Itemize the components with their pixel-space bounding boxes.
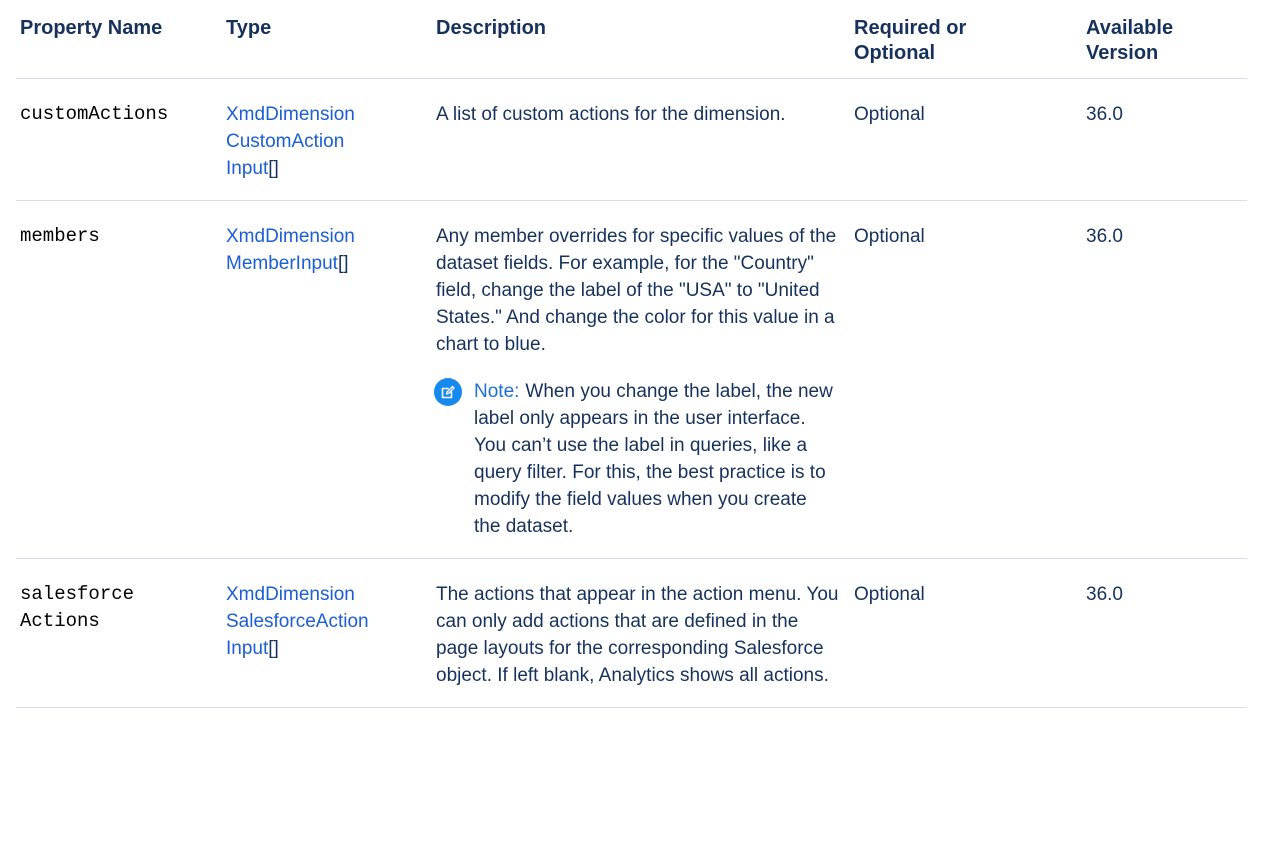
- property-name-cell: members: [16, 200, 222, 559]
- type-array-suffix: []: [268, 158, 279, 179]
- note-text: When you change the label, the new label…: [474, 381, 833, 537]
- type-link-line: CustomAction: [226, 131, 345, 152]
- header-property-name: Property Name: [16, 12, 222, 79]
- version-cell: 36.0: [1082, 78, 1247, 201]
- type-link-line: XmdDimension: [226, 104, 355, 125]
- type-cell: XmdDimension SalesforceAction Input[]: [222, 558, 432, 708]
- type-link-line: XmdDimension: [226, 584, 355, 605]
- description-text: The actions that appear in the action me…: [436, 584, 839, 686]
- type-link[interactable]: XmdDimension CustomAction Input[]: [226, 101, 424, 182]
- type-link-line: MemberInput: [226, 253, 338, 274]
- required-cell: Optional: [850, 558, 1082, 708]
- header-description: Description: [432, 12, 850, 79]
- table-row: members XmdDimension MemberInput[] Any m…: [16, 200, 1247, 559]
- type-cell: XmdDimension CustomAction Input[]: [222, 78, 432, 201]
- type-link[interactable]: XmdDimension SalesforceAction Input[]: [226, 581, 424, 662]
- note-edit-icon: [434, 378, 462, 406]
- type-link[interactable]: XmdDimension MemberInput[]: [226, 223, 424, 277]
- required-cell: Optional: [850, 78, 1082, 201]
- page: Property Name Type Description Required …: [0, 0, 1263, 861]
- table-body: customActions XmdDimension CustomAction …: [16, 78, 1247, 708]
- type-link-line: XmdDimension: [226, 226, 355, 247]
- type-array-suffix: []: [337, 253, 349, 274]
- table-header: Property Name Type Description Required …: [16, 12, 1247, 79]
- header-type: Type: [222, 12, 432, 79]
- description-cell: Any member overrides for specific values…: [432, 200, 850, 559]
- header-available-version: Available Version: [1082, 12, 1247, 79]
- description-text: A list of custom actions for the dimensi…: [436, 104, 786, 125]
- header-required-text: Required or Optional: [854, 17, 967, 64]
- header-row: Property Name Type Description Required …: [16, 12, 1247, 79]
- table-row: salesforce Actions XmdDimension Salesfor…: [16, 558, 1247, 708]
- header-version-text: Available Version: [1086, 17, 1174, 64]
- description-cell: The actions that appear in the action me…: [432, 558, 850, 708]
- type-link-line: SalesforceAction: [226, 611, 369, 632]
- property-name: members: [20, 225, 100, 247]
- description-cell: A list of custom actions for the dimensi…: [432, 78, 850, 201]
- note-label: Note:: [474, 381, 520, 402]
- type-array-suffix: []: [268, 638, 279, 659]
- type-link-line: Input: [226, 158, 269, 179]
- note-callout: Note: When you change the label, the new …: [434, 378, 842, 540]
- version-cell: 36.0: [1082, 558, 1247, 708]
- property-name-cell: salesforce Actions: [16, 558, 222, 708]
- type-cell: XmdDimension MemberInput[]: [222, 200, 432, 559]
- description-text: Any member overrides for specific values…: [436, 226, 837, 355]
- property-name: customActions: [20, 103, 169, 125]
- header-required-or-optional: Required or Optional: [850, 12, 1082, 79]
- property-name-line: salesforce: [20, 583, 135, 605]
- table-row: customActions XmdDimension CustomAction …: [16, 78, 1247, 201]
- property-name-line: Actions: [20, 610, 100, 632]
- type-link-line: Input: [226, 638, 269, 659]
- note-body: Note: When you change the label, the new …: [474, 378, 842, 540]
- version-cell: 36.0: [1082, 200, 1247, 559]
- property-name-cell: customActions: [16, 78, 222, 201]
- property-table: Property Name Type Description Required …: [16, 12, 1247, 708]
- required-cell: Optional: [850, 200, 1082, 559]
